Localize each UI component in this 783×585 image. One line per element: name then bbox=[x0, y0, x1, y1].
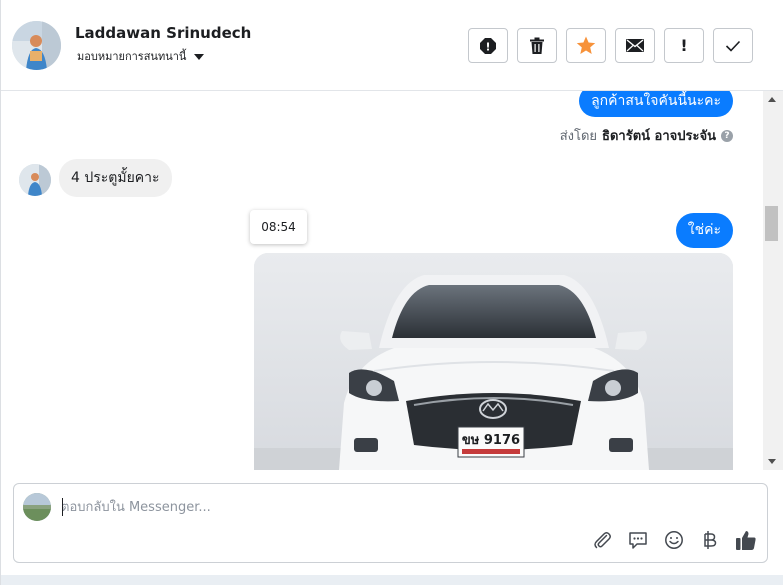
scroll-up-arrow-icon[interactable] bbox=[768, 97, 776, 102]
reply-composer bbox=[13, 483, 768, 563]
contact-avatar-small bbox=[19, 164, 51, 196]
svg-text:ขษ 9176: ขษ 9176 bbox=[462, 433, 520, 448]
attach-file-button[interactable] bbox=[591, 529, 613, 551]
mark-spam-button[interactable]: ! bbox=[468, 28, 508, 63]
scroll-down-arrow-icon[interactable] bbox=[768, 459, 776, 464]
star-icon bbox=[576, 36, 596, 54]
delete-button[interactable] bbox=[517, 28, 557, 63]
contact-avatar[interactable] bbox=[12, 21, 61, 70]
help-icon[interactable]: ? bbox=[721, 129, 733, 142]
outgoing-message[interactable]: ลูกค้าสนใจคันนี้นะคะ bbox=[579, 91, 733, 117]
thumbs-up-icon bbox=[736, 531, 756, 550]
conversation-panel: Laddawan Srinudech มอบหมายการสนทนานี้ ! bbox=[0, 0, 783, 585]
trash-icon bbox=[530, 37, 544, 54]
text-cursor bbox=[62, 498, 63, 516]
incoming-message[interactable]: 4 ประตูมั้ยคาะ bbox=[59, 159, 172, 197]
smiley-icon bbox=[665, 531, 683, 549]
star-button[interactable] bbox=[566, 28, 606, 63]
header-actions: ! ! bbox=[468, 28, 753, 63]
baht-icon bbox=[704, 531, 717, 549]
envelope-icon bbox=[626, 39, 644, 52]
follow-up-button[interactable]: ! bbox=[664, 28, 704, 63]
outgoing-message[interactable]: ใช่ค่ะ bbox=[675, 213, 733, 248]
octagon-alert-icon: ! bbox=[480, 37, 496, 54]
scroll-thumb[interactable] bbox=[765, 206, 778, 241]
reply-input[interactable] bbox=[61, 494, 741, 520]
contact-name: Laddawan Srinudech bbox=[75, 24, 252, 42]
exclamation-icon: ! bbox=[680, 36, 688, 55]
sent-by-prefix: ส่งโดย bbox=[559, 129, 598, 144]
paperclip-icon bbox=[594, 532, 611, 549]
assign-conversation-dropdown[interactable]: มอบหมายการสนทนานี้ bbox=[77, 47, 205, 65]
mark-unread-button[interactable] bbox=[615, 28, 655, 63]
window-bottom-edge bbox=[1, 575, 783, 585]
assign-label: มอบหมายการสนทนานี้ bbox=[77, 50, 187, 63]
sent-by-info: ส่งโดย ธิดารัตน์ อาจประจัน ? bbox=[560, 125, 733, 146]
mark-done-button[interactable] bbox=[713, 28, 753, 63]
composer-area bbox=[1, 470, 783, 585]
message-timestamp-tooltip: 08:54 bbox=[250, 210, 307, 244]
car-photo-attachment[interactable]: ขษ 9176 bbox=[254, 253, 733, 470]
like-button[interactable] bbox=[735, 529, 757, 551]
conversation-header: Laddawan Srinudech มอบหมายการสนทนานี้ ! bbox=[1, 0, 783, 91]
emoji-button[interactable] bbox=[663, 529, 685, 551]
check-icon bbox=[725, 40, 741, 52]
chat-bubble-icon bbox=[629, 532, 647, 549]
agent-avatar bbox=[23, 493, 51, 521]
message-thread: ลูกค้าสนใจคันนี้นะคะ ส่งโดย ธิดารัตน์ อา… bbox=[1, 91, 763, 470]
composer-toolbar bbox=[591, 529, 757, 551]
saved-replies-button[interactable] bbox=[627, 529, 649, 551]
sender-name: ธิดารัตน์ อาจประจัน bbox=[602, 129, 716, 144]
thread-scrollbar[interactable] bbox=[763, 91, 783, 470]
svg-text:!: ! bbox=[485, 40, 490, 53]
payment-button[interactable] bbox=[699, 529, 721, 551]
chevron-down-icon bbox=[194, 53, 205, 60]
